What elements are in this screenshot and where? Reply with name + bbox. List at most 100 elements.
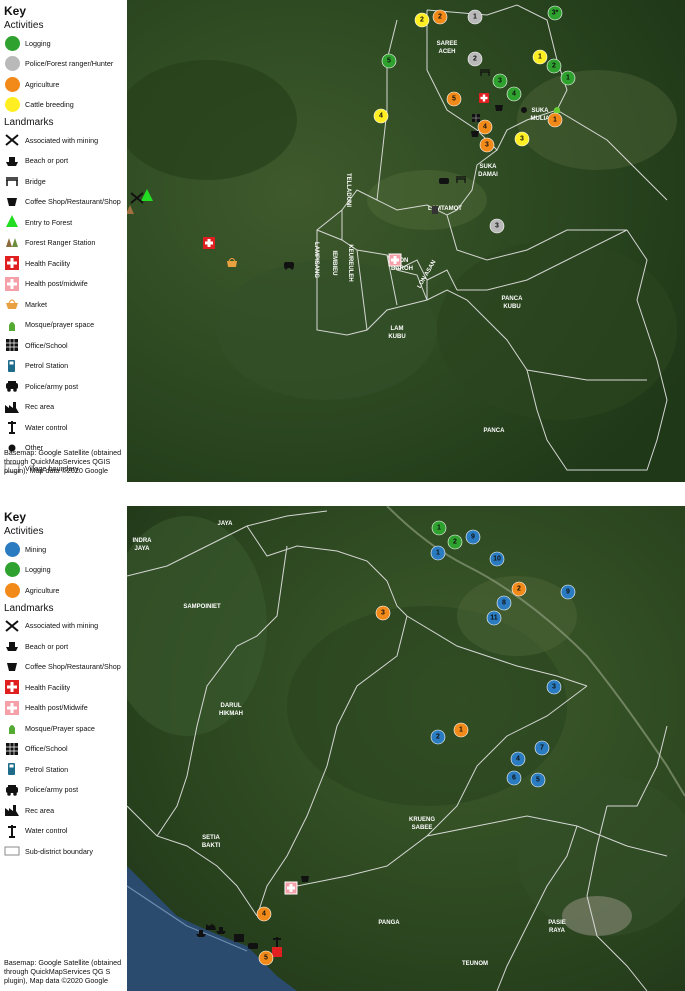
activity-marker-mining[interactable]: 3 bbox=[546, 679, 562, 695]
svg-text:SAREE: SAREE bbox=[437, 41, 458, 47]
bottom-satellite-map[interactable]: INDRA JAYA JAYA SAMPOINIET DARUL HIKMAH KRUENG… bbox=[127, 506, 685, 991]
activity-marker-mining[interactable]: 7 bbox=[534, 740, 550, 756]
activity-marker-logging[interactable]: 3 bbox=[492, 73, 508, 89]
svg-text:KRUENG: KRUENG bbox=[409, 817, 435, 823]
activity-marker-mining[interactable]: 10 bbox=[489, 551, 505, 567]
activity-marker-logging[interactable]: 5 bbox=[381, 53, 397, 69]
tower-icon bbox=[4, 419, 20, 435]
svg-text:PANCA: PANCA bbox=[484, 428, 506, 434]
marker-number: 7 bbox=[540, 745, 544, 752]
pickaxe-icon bbox=[4, 132, 20, 148]
activities-title: Activities bbox=[4, 526, 44, 537]
legend-label: Water control bbox=[25, 826, 68, 836]
activity-marker-cattle[interactable]: 3 bbox=[514, 131, 530, 147]
other-icon bbox=[521, 107, 527, 113]
legend-landmark-petrol-station: Petrol Station bbox=[4, 356, 126, 377]
fuel-icon bbox=[4, 358, 20, 374]
activity-marker-agri[interactable]: 5 bbox=[446, 91, 462, 107]
activity-marker-agri[interactable]: 3 bbox=[375, 605, 391, 621]
legend-landmark-office-school: Office/School bbox=[4, 335, 126, 356]
marker-number: 4 bbox=[483, 124, 487, 131]
red-cross-icon bbox=[4, 255, 20, 271]
cup-icon bbox=[4, 194, 20, 210]
svg-text:DAMAI: DAMAI bbox=[478, 172, 498, 178]
marker-number: 5 bbox=[387, 58, 391, 65]
activity-marker-mining[interactable]: 2 bbox=[430, 729, 446, 745]
marker-number: 10 bbox=[493, 556, 501, 563]
svg-text:BAROH: BAROH bbox=[391, 266, 413, 272]
activity-marker-police[interactable]: 3 bbox=[489, 218, 505, 234]
activity-marker-agri[interactable]: 4 bbox=[256, 906, 272, 922]
legend-landmark-beach-or-port: Beach or port bbox=[4, 636, 126, 657]
marker-number: 2 bbox=[552, 63, 556, 70]
petrol-station-icon bbox=[432, 206, 438, 214]
activity-marker-logging[interactable]: 1 bbox=[431, 520, 447, 536]
legend-landmark-rec-area: Rec area bbox=[4, 800, 126, 821]
factory-icon bbox=[4, 399, 20, 415]
svg-text:TEUNOM: TEUNOM bbox=[462, 961, 488, 967]
activity-marker-agri[interactable]: 1 bbox=[453, 722, 469, 738]
marker-number: 5 bbox=[452, 96, 456, 103]
legend-label: Office/School bbox=[25, 744, 68, 754]
activity-marker-logging[interactable]: 2 bbox=[447, 534, 463, 550]
svg-text:SUKA: SUKA bbox=[531, 108, 549, 114]
ship-icon bbox=[4, 638, 20, 654]
marker-number: 1 bbox=[553, 117, 557, 124]
activity-marker-agri[interactable]: 2 bbox=[432, 9, 448, 25]
activity-marker-logging[interactable]: 3* bbox=[547, 5, 563, 21]
svg-text:IEMBIEU: IEMBIEU bbox=[331, 250, 337, 275]
legend-label: Agriculture bbox=[25, 585, 60, 595]
legend-label: Health post/midwife bbox=[25, 279, 88, 289]
legend-label: Health post/Midwife bbox=[25, 703, 88, 713]
legend-landmark-mosque-prayer-space: Mosque/Prayer space bbox=[4, 718, 126, 739]
activity-marker-logging[interactable]: 1 bbox=[560, 70, 576, 86]
activity-marker-agri[interactable]: 2 bbox=[511, 581, 527, 597]
key-title: Key bbox=[4, 510, 27, 524]
activity-marker-logging[interactable]: 2 bbox=[546, 58, 562, 74]
activity-marker-agri[interactable]: 5 bbox=[258, 950, 274, 966]
activity-marker-police[interactable]: 2 bbox=[467, 51, 483, 67]
legend-label: Bridge bbox=[25, 176, 46, 186]
legend-label: Police/Forest ranger/Hunter bbox=[25, 59, 114, 69]
activity-marker-mining[interactable]: 9 bbox=[465, 529, 481, 545]
svg-text:SETIA: SETIA bbox=[202, 835, 220, 841]
activity-marker-police[interactable]: 1 bbox=[467, 9, 483, 25]
activity-marker-mining[interactable]: 1 bbox=[430, 545, 446, 561]
marker-number: 6 bbox=[512, 775, 516, 782]
svg-text:SAMPOINIET: SAMPOINIET bbox=[183, 604, 221, 610]
legend-landmark-police-army-post: Police/army post bbox=[4, 780, 126, 801]
area-label: KEUREULEH bbox=[347, 244, 353, 281]
cup-icon bbox=[4, 659, 20, 675]
building-icon bbox=[4, 337, 20, 353]
activity-marker-mining[interactable]: 8 bbox=[496, 595, 512, 611]
activity-marker-agri[interactable]: 4 bbox=[477, 119, 493, 135]
activity-marker-cattle[interactable]: 1 bbox=[532, 49, 548, 65]
legend-label: Associated with mining bbox=[25, 621, 99, 631]
legend-label: Water control bbox=[25, 422, 68, 432]
ship-icon bbox=[4, 153, 20, 169]
legend-label: Logging bbox=[25, 565, 51, 575]
activity-marker-mining[interactable]: 5 bbox=[530, 772, 546, 788]
svg-text:ACEH: ACEH bbox=[438, 49, 455, 55]
activity-marker-cattle[interactable]: 2 bbox=[414, 12, 430, 28]
activity-marker-cattle[interactable]: 4 bbox=[373, 108, 389, 124]
svg-text:KUBU: KUBU bbox=[503, 304, 520, 310]
key-title: Key bbox=[4, 4, 27, 18]
svg-text:TELLADUNI: TELLADUNI bbox=[345, 173, 351, 207]
health-facility-icon bbox=[479, 93, 489, 103]
landmarks-title: Landmarks bbox=[4, 117, 54, 128]
svg-text:MULIA: MULIA bbox=[531, 116, 551, 122]
activity-marker-agri[interactable]: 1 bbox=[547, 112, 563, 128]
legend-label: Rec area bbox=[25, 402, 55, 412]
activity-marker-mining[interactable]: 6 bbox=[506, 770, 522, 786]
activity-marker-mining[interactable]: 9 bbox=[560, 584, 576, 600]
top-satellite-map[interactable]: SAREE ACEH SUKA MULIA SUKA DAMAI LAMTAMOT TELLA… bbox=[127, 0, 685, 482]
activity-marker-mining[interactable]: 4 bbox=[510, 751, 526, 767]
activity-marker-agri[interactable]: 3 bbox=[479, 137, 495, 153]
svg-text:INDRA: INDRA bbox=[133, 538, 153, 544]
legend-label: Entry to Forest bbox=[25, 217, 73, 227]
activity-marker-logging[interactable]: 4 bbox=[506, 86, 522, 102]
marker-number: 3 bbox=[552, 684, 556, 691]
ranger-station-icon bbox=[4, 235, 20, 251]
activity-marker-mining[interactable]: 11 bbox=[486, 610, 502, 626]
